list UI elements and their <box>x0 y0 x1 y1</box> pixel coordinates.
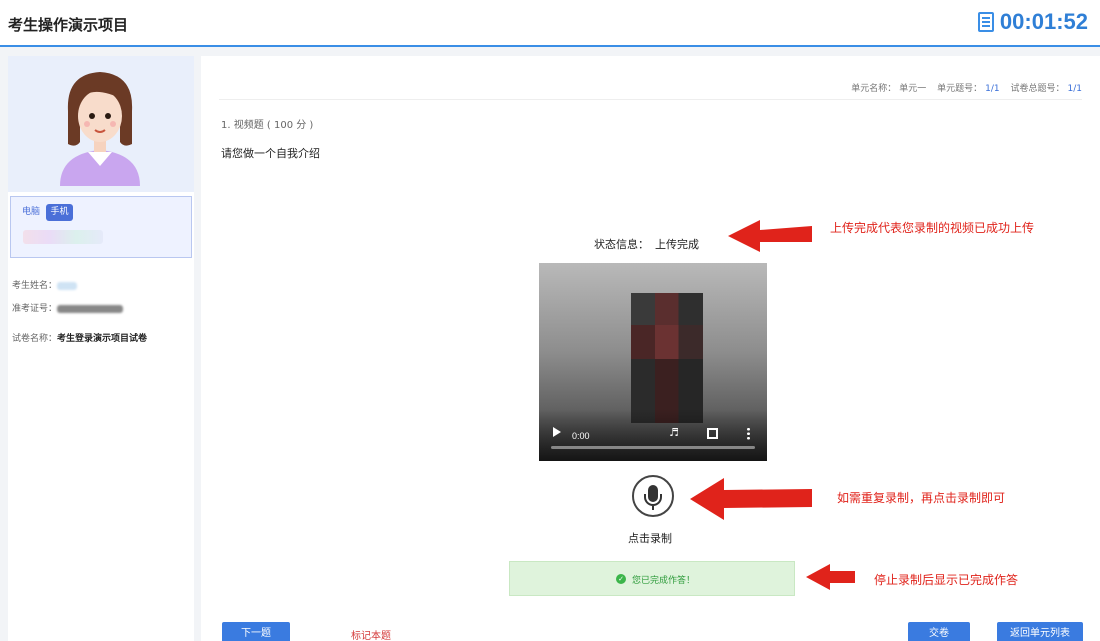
arrow-upload <box>728 220 812 252</box>
annotation-rerecord: 如需重复录制，再点击录制即可 <box>837 491 1006 505</box>
arrow-done <box>806 564 855 590</box>
annotation-arrows <box>690 220 855 590</box>
annotation-done: 停止录制后显示已完成作答 <box>874 573 1019 587</box>
arrow-rerecord <box>690 478 812 520</box>
annotation-upload: 上传完成代表您录制的视频已成功上传 <box>830 221 1035 235</box>
